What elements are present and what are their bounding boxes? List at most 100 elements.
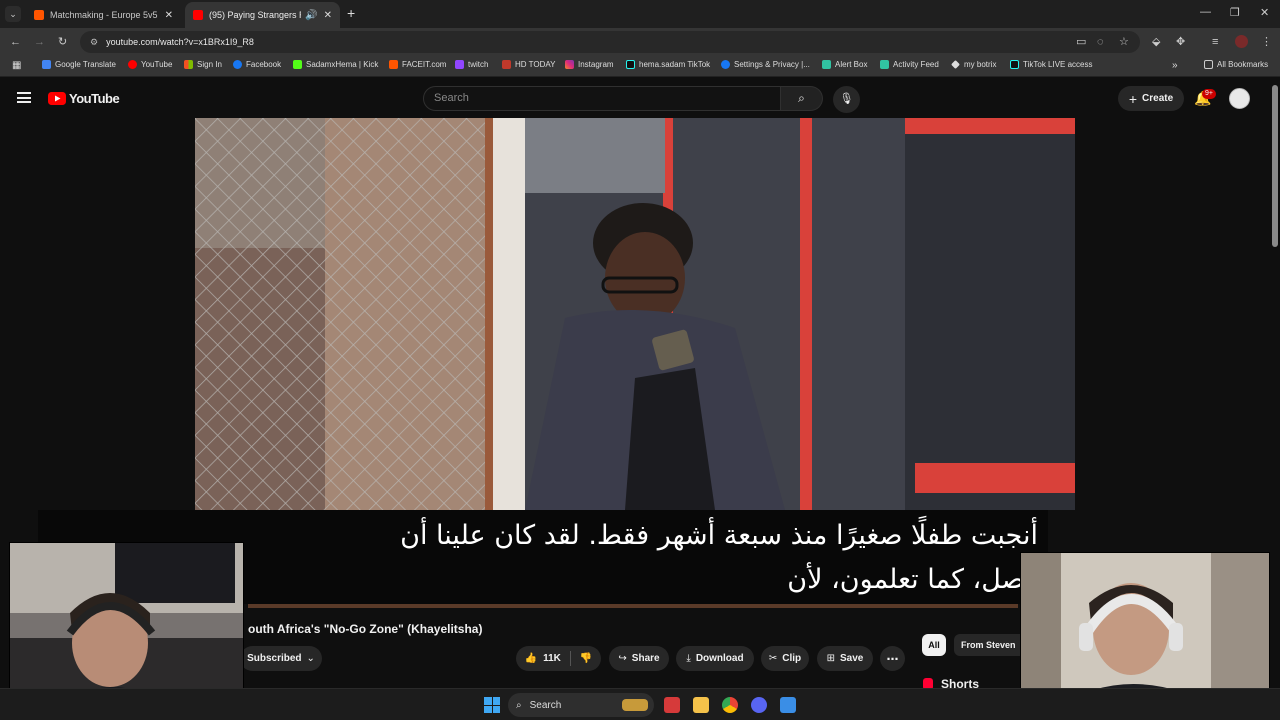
reload-icon[interactable]: ↻ (58, 35, 67, 49)
plus-icon: + (1128, 90, 1138, 107)
bookmark-star-icon[interactable]: ☆ (1119, 35, 1129, 49)
bookmarks-bar: ▦ Google Translate YouTube Sign In Faceb… (0, 56, 1280, 77)
more-actions-icon[interactable]: ⋯ (880, 646, 905, 671)
reading-list-icon[interactable]: ≡ (1212, 35, 1218, 49)
bookmark-label: Sign In (197, 60, 222, 69)
bookmark-label: Facebook (246, 60, 282, 69)
tab-close-icon[interactable]: ✕ (165, 10, 173, 21)
create-label: Create (1142, 93, 1174, 104)
taskbar-search-label: Search (529, 699, 562, 711)
windows-taskbar: ⌕ Search (0, 688, 1280, 720)
apps-grid-icon[interactable]: ▦ (12, 60, 21, 71)
bookmark-label: TikTok LIVE access (1023, 60, 1093, 69)
bookmark-facebook[interactable]: Facebook (233, 60, 281, 69)
tracking-icon[interactable]: ◌ (1097, 35, 1104, 49)
video-bottom-strip (248, 604, 1018, 608)
webcam-left-scene (10, 543, 243, 709)
extensions-puzzle-icon[interactable]: ✥ (1176, 35, 1185, 49)
minimize-icon[interactable]: — (1200, 6, 1211, 18)
browser-tab[interactable]: Matchmaking - Europe 5v5 Qu ✕ (26, 2, 181, 28)
file-explorer-icon[interactable] (693, 697, 709, 713)
address-bar[interactable]: ⚙ youtube.com/watch?v=x1BRx1I9_R8 (80, 31, 1140, 53)
download-button[interactable]: ⤓ Download (676, 646, 754, 671)
browser-tab-active[interactable]: (95) Paying Strangers Rent 🔊 ✕ (185, 2, 340, 28)
discord-icon[interactable] (751, 697, 767, 713)
profile-avatar[interactable] (1235, 35, 1248, 48)
video-player[interactable] (195, 118, 1075, 510)
bookmark-kick[interactable]: SadamxHema | Kick (293, 60, 378, 69)
tab-close-icon[interactable]: ✕ (324, 10, 332, 21)
like-button[interactable]: 👍 11K (525, 653, 561, 664)
cast-icon[interactable]: ▭ (1076, 35, 1086, 49)
bookmark-label: SadamxHema | Kick (306, 60, 379, 69)
bookmark-hd-today[interactable]: HD TODAY (502, 60, 555, 69)
search-icon: ⌕ (516, 699, 522, 711)
guide-menu-icon[interactable] (17, 92, 31, 103)
bookmark-label: Settings & Privacy |... (734, 60, 810, 69)
page-scrollbar[interactable] (1272, 85, 1278, 247)
bookmark-youtube[interactable]: YouTube (128, 60, 172, 69)
twitch-icon (455, 60, 464, 69)
video-frame-scene (195, 118, 1075, 510)
search-input[interactable]: Search (423, 86, 781, 111)
chip-all[interactable]: All (922, 634, 946, 656)
bookmark-tiktok-live[interactable]: TikTok LIVE access (1010, 60, 1093, 69)
facebook-icon (233, 60, 242, 69)
bookmark-my-botrix[interactable]: my botrix (951, 60, 996, 69)
search-highlight-icon (622, 699, 648, 711)
close-window-icon[interactable]: ✕ (1260, 6, 1269, 19)
bookmark-label: FACEIT.com (402, 60, 447, 69)
search-button[interactable]: ⌕ (781, 86, 823, 111)
bookmark-label: hema.sadam TikTok (639, 60, 711, 69)
bookmark-instagram[interactable]: Instagram (565, 60, 614, 69)
streamlabs-icon (822, 60, 831, 69)
app-window-icon[interactable] (780, 697, 796, 713)
webcam-overlay-left (9, 542, 244, 710)
save-playlist-icon: ⊞ (826, 653, 836, 664)
restore-icon[interactable]: ❐ (1230, 6, 1240, 19)
all-bookmarks[interactable]: All Bookmarks (1204, 60, 1268, 69)
bookmark-twitch[interactable]: twitch (455, 60, 488, 69)
valorant-app-icon[interactable] (664, 697, 680, 713)
clip-button[interactable]: ✂ Clip (761, 646, 809, 671)
voice-search-icon[interactable]: 🎙 (833, 86, 860, 113)
back-icon[interactable]: ← (10, 35, 21, 49)
tab-search-icon[interactable]: ⌄ (5, 6, 21, 22)
windows-start-icon[interactable] (484, 697, 500, 713)
browser-menu-icon[interactable]: ⋮ (1261, 35, 1272, 49)
share-icon: ↪ (618, 653, 627, 664)
webcam-right-scene (1021, 553, 1269, 708)
extension-icon[interactable]: ⬙ (1152, 35, 1160, 49)
bookmark-sign-in[interactable]: Sign In (184, 60, 222, 69)
site-info-icon[interactable]: ⚙ (90, 37, 98, 48)
chrome-icon[interactable] (722, 697, 738, 713)
browser-tab-strip: ⌄ Matchmaking - Europe 5v5 Qu ✕ (95) Pay… (0, 0, 1280, 28)
bookmark-activity-feed[interactable]: Activity Feed (880, 60, 939, 69)
create-button[interactable]: + Create (1118, 86, 1184, 111)
bookmark-tiktok[interactable]: hema.sadam TikTok (626, 60, 710, 69)
hd-today-icon (502, 60, 511, 69)
bookmark-faceit[interactable]: FACEIT.com (389, 60, 446, 69)
youtube-logo[interactable]: YouTube (48, 91, 120, 106)
facebook-icon (721, 60, 730, 69)
forward-icon[interactable]: → (34, 35, 45, 49)
share-button[interactable]: ↪ Share (609, 646, 669, 671)
scissors-icon: ✂ (768, 653, 778, 664)
download-icon: ⤓ (686, 653, 691, 664)
bookmark-label: my botrix (964, 60, 997, 69)
streamlabs-icon (880, 60, 889, 69)
more-bookmarks-icon[interactable]: » (1172, 60, 1178, 71)
bookmark-settings-privacy[interactable]: Settings & Privacy |... (721, 60, 810, 69)
save-button[interactable]: ⊞ Save (817, 646, 873, 671)
bookmark-label: Instagram (578, 60, 614, 69)
tab-audio-icon[interactable]: 🔊 (305, 10, 317, 21)
clip-label: Clip (782, 653, 802, 664)
bookmark-google-translate[interactable]: Google Translate (42, 60, 116, 69)
new-tab-button[interactable]: + (347, 5, 355, 21)
account-avatar[interactable] (1229, 88, 1250, 109)
thumbs-down-icon[interactable]: 👎 (580, 653, 592, 664)
chip-from-channel[interactable]: From Steven (954, 634, 1020, 656)
subscribed-button[interactable]: Subscribed ⌄ (240, 646, 322, 671)
bookmark-alert-box[interactable]: Alert Box (822, 60, 867, 69)
taskbar-search[interactable]: ⌕ Search (508, 693, 654, 717)
